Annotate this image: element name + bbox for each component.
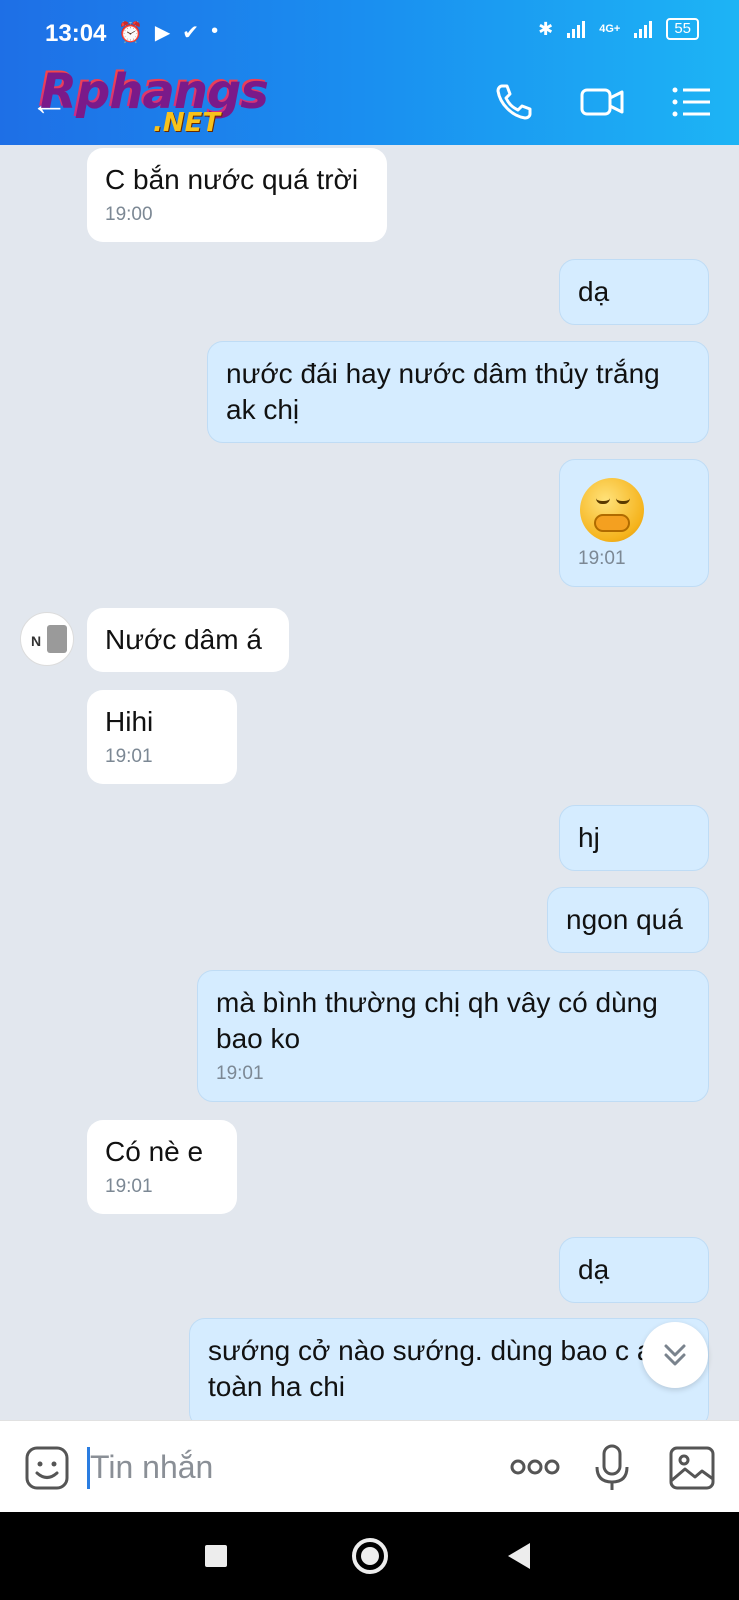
message-text: dạ (578, 1254, 610, 1285)
home-icon[interactable] (352, 1538, 388, 1574)
chat-header: 13:04 ⏰ ▶ ✔ • ✱ 4G+ 55 ← Rphangs .NET (0, 0, 739, 145)
list-menu-icon[interactable] (668, 78, 716, 126)
watermark-suffix: .NET (153, 108, 221, 138)
back-triangle-icon[interactable] (508, 1543, 530, 1569)
alarm-icon: ⏰ (118, 22, 143, 44)
signal-icon (567, 20, 586, 38)
message-time: 19:01 (216, 1063, 264, 1084)
signal-icon-2 (634, 20, 653, 38)
message-text: C bắn nước quá trời (105, 164, 359, 195)
status-bar: 13:04 ⏰ ▶ ✔ • ✱ 4G+ 55 (0, 0, 739, 60)
message-input[interactable] (90, 1443, 470, 1491)
bluetooth-icon: ✱ (538, 18, 554, 39)
message-text: nước đái hay nước dâm thủy trắng ak chị (226, 358, 660, 425)
watermark-logo: Rphangs .NET (38, 62, 267, 138)
message-text: Có nè e (105, 1136, 204, 1167)
message-text: sướng cở nào sướng. dùng bao c an toàn h… (208, 1335, 668, 1402)
message-time: 19:01 (105, 1176, 153, 1197)
message-incoming[interactable]: C bắn nước quá trời 19:00 (87, 148, 387, 242)
message-composer (0, 1420, 739, 1512)
message-time: 19:01 (105, 746, 153, 767)
status-time: 13:04 (45, 20, 107, 47)
message-outgoing-emoji[interactable]: 19:01 (559, 459, 709, 587)
message-outgoing[interactable]: hj (559, 805, 709, 871)
more-dots-icon[interactable] (508, 1449, 562, 1485)
message-outgoing[interactable]: mà bình thường chị qh vây có dùng bao ko… (197, 970, 709, 1102)
message-outgoing[interactable]: dạ (559, 1237, 709, 1303)
sticker-smile-icon[interactable] (24, 1445, 70, 1491)
system-nav-bar (0, 1512, 739, 1600)
phone-icon[interactable] (490, 78, 538, 126)
watermark-text: Rphangs (38, 62, 267, 118)
image-icon[interactable] (668, 1445, 716, 1491)
message-text: dạ (578, 276, 610, 307)
message-time: 19:00 (105, 204, 153, 225)
message-incoming[interactable]: Có nè e 19:01 (87, 1120, 237, 1214)
network-type: 4G+ (599, 23, 621, 35)
scroll-to-bottom-button[interactable] (642, 1322, 708, 1388)
message-outgoing[interactable]: dạ (559, 259, 709, 325)
app-bar: ← Rphangs .NET (0, 60, 739, 145)
check-icon: ✔ (182, 22, 200, 44)
message-time: 19:01 (578, 548, 626, 569)
message-text: Nước dâm á (105, 624, 262, 655)
recents-icon[interactable] (205, 1545, 227, 1567)
message-outgoing[interactable]: sướng cở nào sướng. dùng bao c an toàn h… (189, 1318, 709, 1428)
play-store-icon: ▶ (154, 22, 171, 44)
message-outgoing[interactable]: nước đái hay nước dâm thủy trắng ak chị (207, 341, 709, 443)
message-text: hj (578, 822, 600, 853)
message-text: Hihi (105, 706, 154, 737)
microphone-icon[interactable] (592, 1443, 632, 1493)
message-outgoing[interactable]: ngon quá (547, 887, 709, 953)
battery-icon: 55 (666, 18, 699, 40)
face-with-hand-over-mouth-icon (580, 478, 644, 542)
dot-icon: • (211, 20, 219, 42)
message-incoming[interactable]: Hihi 19:01 (87, 690, 237, 784)
avatar[interactable]: N (20, 612, 74, 666)
message-text: mà bình thường chị qh vây có dùng bao ko (216, 987, 658, 1054)
message-incoming[interactable]: Nước dâm á (87, 608, 289, 672)
system-icons: ✱ 4G+ 55 (538, 18, 699, 40)
message-text: ngon quá (566, 904, 683, 935)
notification-icons: ⏰ ▶ ✔ • (118, 20, 218, 45)
video-camera-icon[interactable] (578, 78, 626, 126)
chevron-double-down-icon (664, 1344, 686, 1366)
